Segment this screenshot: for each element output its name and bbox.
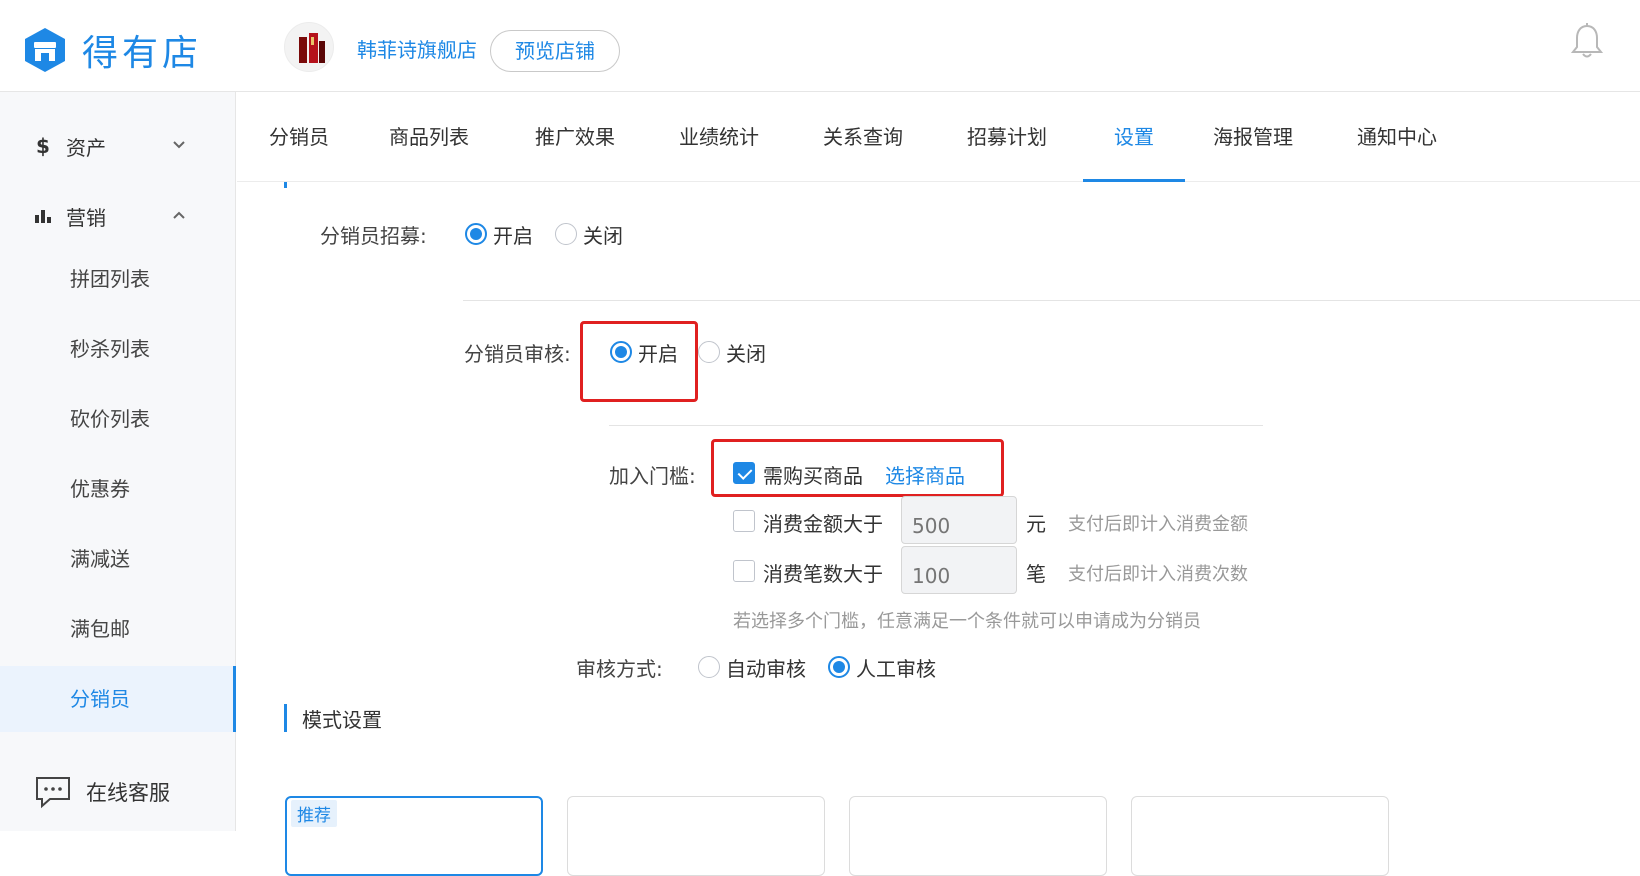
review-off-label[interactable]: 关闭 (726, 338, 766, 367)
review-mode-label: 审核方式: (576, 657, 663, 681)
select-product-link[interactable]: 选择商品 (885, 460, 965, 489)
tab-performance-stats[interactable]: 业绩统计 (677, 92, 761, 182)
brand-logo[interactable]: 得有店 (22, 24, 202, 76)
bar-chart-icon (35, 210, 51, 223)
recruit-on-label[interactable]: 开启 (493, 220, 533, 249)
sidebar-item-free-shipping[interactable]: 满包邮 (0, 596, 236, 662)
recruit-on-radio[interactable] (465, 223, 487, 245)
count-hint: 支付后即计入消费次数 (1068, 564, 1248, 585)
count-label[interactable]: 消费笔数大于 (763, 558, 883, 587)
brand-name: 得有店 (82, 33, 203, 74)
sidebar-group-label: 资产 (66, 135, 106, 160)
chevron-up-icon (173, 211, 185, 219)
shop-avatar-image (299, 33, 325, 63)
review-on-radio[interactable] (610, 341, 632, 363)
sidebar-item-full-reduction[interactable]: 满减送 (0, 526, 236, 592)
mode-card[interactable] (849, 796, 1107, 876)
chat-icon (36, 777, 70, 809)
auto-review-label[interactable]: 自动审核 (726, 653, 806, 682)
sidebar: $ 资产 营销 拼团列表 秒杀列表 砍价列表 优惠券 满减送 满包邮 分销员 在… (0, 92, 236, 831)
amount-label[interactable]: 消费金额大于 (763, 508, 883, 537)
sidebar-group-label: 营销 (66, 205, 106, 230)
divider (463, 300, 1640, 301)
top-header: 得有店 韩菲诗旗舰店 预览店铺 (0, 0, 1640, 92)
amount-unit: 元 (1026, 512, 1046, 536)
manual-review-label[interactable]: 人工审核 (856, 653, 936, 682)
chevron-down-icon (173, 141, 185, 149)
amount-checkbox[interactable] (733, 510, 755, 532)
mode-card-recommended[interactable]: 推荐 (285, 796, 543, 876)
tab-distributors[interactable]: 分销员 (267, 92, 331, 182)
sidebar-item-bargain[interactable]: 砍价列表 (0, 386, 236, 452)
shop-name[interactable]: 韩菲诗旗舰店 (357, 34, 477, 63)
recruit-off-radio[interactable] (555, 223, 577, 245)
count-unit: 笔 (1026, 562, 1046, 586)
amount-hint: 支付后即计入消费金额 (1068, 514, 1248, 535)
recruit-off-label[interactable]: 关闭 (583, 220, 623, 249)
online-support[interactable]: 在线客服 (0, 762, 236, 822)
mode-card[interactable] (1131, 796, 1389, 876)
sidebar-item-distributor[interactable]: 分销员 (0, 666, 236, 732)
tab-settings[interactable]: 设置 (1083, 92, 1185, 182)
tab-bar: 分销员 商品列表 推广效果 业绩统计 关系查询 招募计划 设置 海报管理 通知中… (237, 92, 1640, 182)
count-checkbox[interactable] (733, 560, 755, 582)
mode-card[interactable] (567, 796, 825, 876)
sidebar-group-marketing[interactable]: 营销 (0, 186, 236, 246)
tab-product-list[interactable]: 商品列表 (387, 92, 471, 182)
sidebar-group-assets[interactable]: $ 资产 (0, 116, 236, 176)
auto-review-radio[interactable] (698, 656, 720, 678)
shop-avatar[interactable] (284, 22, 334, 72)
sidebar-item-group-buy[interactable]: 拼团列表 (0, 246, 236, 312)
sidebar-item-coupon[interactable]: 优惠券 (0, 456, 236, 522)
tab-recruitment-plan[interactable]: 招募计划 (965, 92, 1049, 182)
recommended-badge: 推荐 (291, 800, 337, 827)
tab-poster-management[interactable]: 海报管理 (1211, 92, 1295, 182)
tab-notification-center[interactable]: 通知中心 (1355, 92, 1439, 182)
online-support-label: 在线客服 (86, 781, 170, 805)
count-input[interactable] (901, 546, 1017, 594)
recruit-label: 分销员招募: (320, 224, 427, 248)
amount-input[interactable] (901, 496, 1017, 544)
divider (609, 425, 1263, 426)
buy-product-label[interactable]: 需购买商品 (763, 460, 863, 489)
bell-icon[interactable] (1570, 22, 1604, 60)
tab-relationship-query[interactable]: 关系查询 (821, 92, 905, 182)
buy-product-checkbox[interactable] (733, 462, 755, 484)
tab-promotion-effect[interactable]: 推广效果 (533, 92, 617, 182)
main-content: 分销员 商品列表 推广效果 业绩统计 关系查询 招募计划 设置 海报管理 通知中… (237, 92, 1640, 876)
store-logo-icon (25, 28, 65, 72)
threshold-note: 若选择多个门槛，任意满足一个条件就可以申请成为分销员 (733, 611, 1201, 632)
review-on-label[interactable]: 开启 (638, 338, 678, 367)
manual-review-radio[interactable] (828, 656, 850, 678)
mode-section-title: 模式设置 (302, 708, 382, 732)
threshold-label: 加入门槛: (609, 464, 696, 488)
section-marker (284, 704, 287, 732)
dollar-icon: $ (36, 134, 50, 158)
review-label: 分销员审核: (464, 342, 571, 366)
sidebar-item-flash-sale[interactable]: 秒杀列表 (0, 316, 236, 382)
preview-shop-button[interactable]: 预览店铺 (490, 30, 620, 72)
review-off-radio[interactable] (698, 341, 720, 363)
